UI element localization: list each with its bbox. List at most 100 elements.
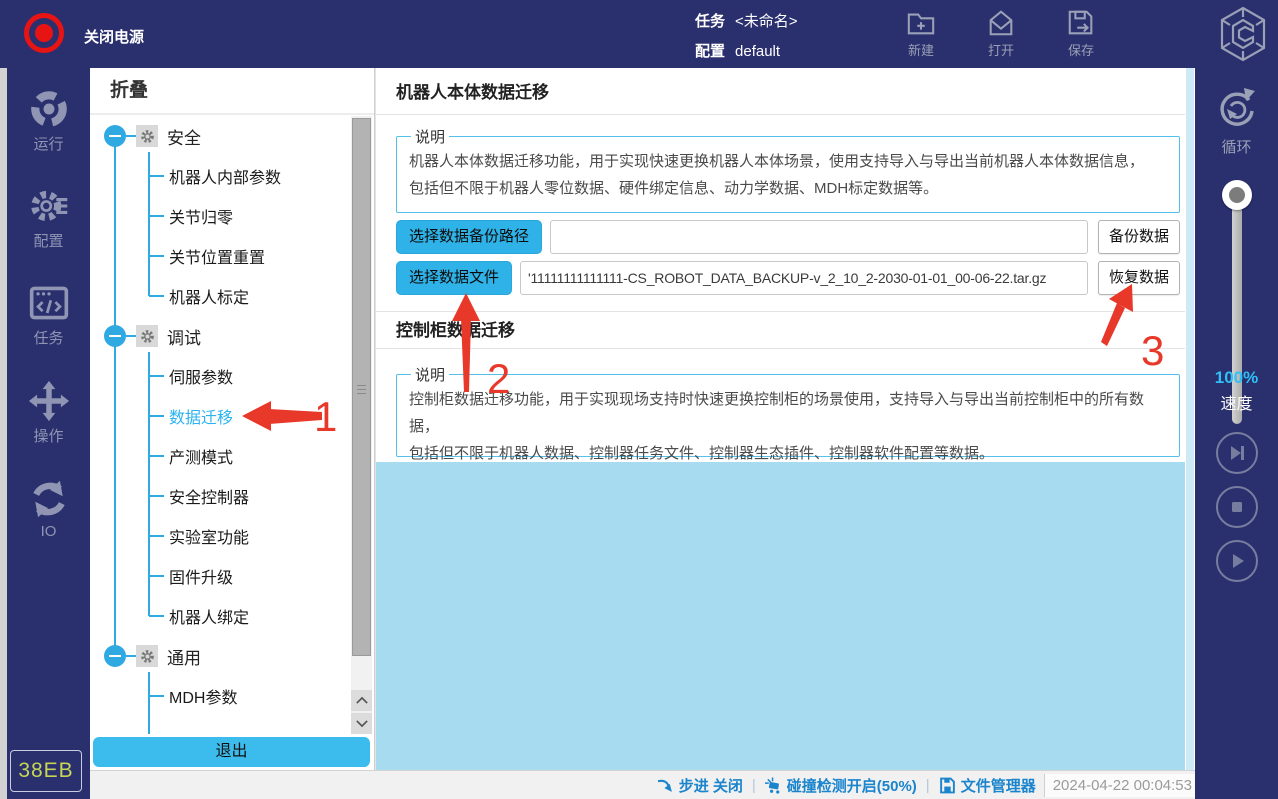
- tree-item-label: 机器人内部参数: [169, 164, 281, 188]
- run-icon: [28, 88, 70, 130]
- sidebar-item-label: IO: [7, 523, 90, 540]
- separator: |: [926, 777, 930, 794]
- loop-button[interactable]: [1195, 86, 1278, 132]
- sidebar-item-label: 操作: [7, 425, 90, 446]
- speed-label: 速度: [1195, 390, 1278, 414]
- tree-connector: [149, 615, 164, 617]
- stop-icon: [1226, 496, 1248, 518]
- task-label: 任务: [695, 13, 725, 30]
- data-file-input[interactable]: [520, 261, 1088, 295]
- tree-item-关节位置重置[interactable]: 关节位置重置: [90, 236, 349, 276]
- collapse-header[interactable]: 折叠: [90, 68, 374, 115]
- save-button[interactable]: 保存: [1050, 8, 1112, 59]
- collision-detect-icon: [765, 777, 782, 794]
- minus-circle-icon[interactable]: [104, 325, 126, 347]
- tree-group-label: 通用: [167, 644, 201, 669]
- tree-group-header[interactable]: 安全: [90, 116, 349, 156]
- tree-connector: [126, 655, 136, 657]
- tree-connector: [149, 415, 164, 417]
- note-legend: 说明: [411, 364, 449, 385]
- tree-item-机器人内部参数[interactable]: 机器人内部参数: [90, 156, 349, 196]
- collision-detect-status[interactable]: 碰撞检测开启(50%): [765, 775, 917, 796]
- step-forward-button[interactable]: [1216, 432, 1258, 474]
- file-manager-status[interactable]: 文件管理器: [939, 775, 1036, 796]
- new-file-icon: [906, 8, 936, 38]
- tree-group-label: 安全: [167, 124, 201, 149]
- separator: |: [752, 777, 756, 794]
- step-mode-icon: [657, 777, 674, 794]
- choose-data-file-button[interactable]: 选择数据文件: [396, 261, 512, 295]
- main-scrollbar-track[interactable]: [1186, 68, 1194, 770]
- tree-item-label: 数据迁移: [169, 404, 233, 428]
- backup-data-button[interactable]: 备份数据: [1098, 220, 1180, 254]
- task-row: 任务<未命名>: [695, 7, 798, 37]
- tree-connector: [149, 295, 164, 297]
- tree-item-机器人标定[interactable]: 机器人标定: [90, 276, 349, 316]
- note-line: 包括但不限于机器人零位数据、硬件绑定信息、动力学数据、MDH标定数据等。: [409, 175, 1167, 202]
- tree: 安全机器人内部参数关节归零关节位置重置机器人标定调试伺服参数数据迁移产测模式安全…: [90, 116, 349, 716]
- scroll-up-button[interactable]: [351, 690, 372, 711]
- choose-backup-path-button[interactable]: 选择数据备份路径: [396, 220, 542, 254]
- play-button[interactable]: [1216, 540, 1258, 582]
- tree-item-安全控制器[interactable]: 安全控制器: [90, 476, 349, 516]
- tree-scrollbar-thumb[interactable]: [352, 118, 371, 656]
- sidebar-item-task[interactable]: 任务: [7, 282, 90, 348]
- tree-item-MDH参数[interactable]: MDH参数: [90, 676, 349, 716]
- exit-button[interactable]: 退出: [93, 737, 370, 767]
- tree-item-label: 产测模式: [169, 444, 233, 468]
- sidebar-item-run[interactable]: 运行: [7, 88, 90, 154]
- restore-data-button[interactable]: 恢复数据: [1098, 261, 1180, 295]
- statusbar: 步进 关闭 | 碰撞检测开启(50%) | 文件管理器 2024-04-22 0…: [90, 770, 1195, 799]
- tree-item-数据迁移[interactable]: 数据迁移: [90, 396, 349, 436]
- status-badge: 38EB: [10, 750, 82, 792]
- new-button[interactable]: 新建: [890, 8, 952, 59]
- backup-path-input[interactable]: [550, 220, 1088, 254]
- tree-item-label: 机器人绑定: [169, 604, 249, 628]
- file-manager-icon: [939, 777, 956, 794]
- cabinet-note-box: 说明 控制柜数据迁移功能，用于实现现场支持时快速更换控制柜的场景使用，支持导入与…: [396, 364, 1180, 457]
- minus-circle-icon[interactable]: [104, 645, 126, 667]
- tree-connector: [126, 335, 136, 337]
- tree-item-产测模式[interactable]: 产测模式: [90, 436, 349, 476]
- task-code-icon: [28, 282, 70, 324]
- tree-scrollbar[interactable]: [351, 116, 372, 734]
- tree-item-关节归零[interactable]: 关节归零: [90, 196, 349, 236]
- power-record-icon[interactable]: [24, 13, 64, 53]
- speed-value: 100%: [1195, 368, 1278, 388]
- sidebar-item-label: 任务: [7, 327, 90, 348]
- save-file-icon: [1066, 8, 1096, 38]
- main-panel: 机器人本体数据迁移 说明 机器人本体数据迁移功能，用于实现快速更换机器人本体场景…: [375, 68, 1195, 770]
- tree-group-header[interactable]: 通用: [90, 636, 349, 676]
- tree-connector: [126, 135, 136, 137]
- open-button[interactable]: 打开: [970, 8, 1032, 59]
- step-forward-icon: [1226, 442, 1248, 464]
- step-mode-status[interactable]: 步进 关闭: [657, 775, 743, 796]
- note-line: 机器人本体数据迁移功能，用于实现快速更换机器人本体场景，使用支持导入与导出当前机…: [409, 148, 1167, 175]
- sidebar-item-io[interactable]: IO: [7, 478, 90, 540]
- sidebar-item-config[interactable]: 配置: [7, 185, 90, 251]
- speed-slider-handle[interactable]: [1222, 180, 1252, 210]
- tree-connector: [149, 535, 164, 537]
- io-swap-icon: [28, 478, 70, 520]
- sidebar-item-label: 配置: [7, 230, 90, 251]
- tree-group-header[interactable]: 调试: [90, 316, 349, 356]
- robot-note-box: 说明 机器人本体数据迁移功能，用于实现快速更换机器人本体场景，使用支持导入与导出…: [396, 126, 1180, 213]
- open-button-label: 打开: [970, 40, 1032, 59]
- tree-item-label: 关节位置重置: [169, 244, 265, 268]
- scroll-down-button[interactable]: [351, 713, 372, 734]
- tree-group: 安全机器人内部参数关节归零关节位置重置机器人标定: [90, 116, 349, 316]
- left-sidebar: 运行 配置 任务 操作 IO 38: [0, 68, 90, 799]
- tree-item-伺服参数[interactable]: 伺服参数: [90, 356, 349, 396]
- tree-connector: [149, 215, 164, 217]
- collision-detect-label: 碰撞检测开启(50%): [787, 775, 917, 796]
- tree-item-实验室功能[interactable]: 实验室功能: [90, 516, 349, 556]
- sidebar-item-operate[interactable]: 操作: [7, 380, 90, 446]
- stop-button[interactable]: [1216, 486, 1258, 528]
- tree-item-固件升级[interactable]: 固件升级: [90, 556, 349, 596]
- minus-circle-icon[interactable]: [104, 125, 126, 147]
- new-button-label: 新建: [890, 40, 952, 59]
- operate-move-icon: [28, 380, 70, 422]
- tree-connector: [149, 495, 164, 497]
- config-row: 配置default: [695, 37, 798, 67]
- tree-item-机器人绑定[interactable]: 机器人绑定: [90, 596, 349, 636]
